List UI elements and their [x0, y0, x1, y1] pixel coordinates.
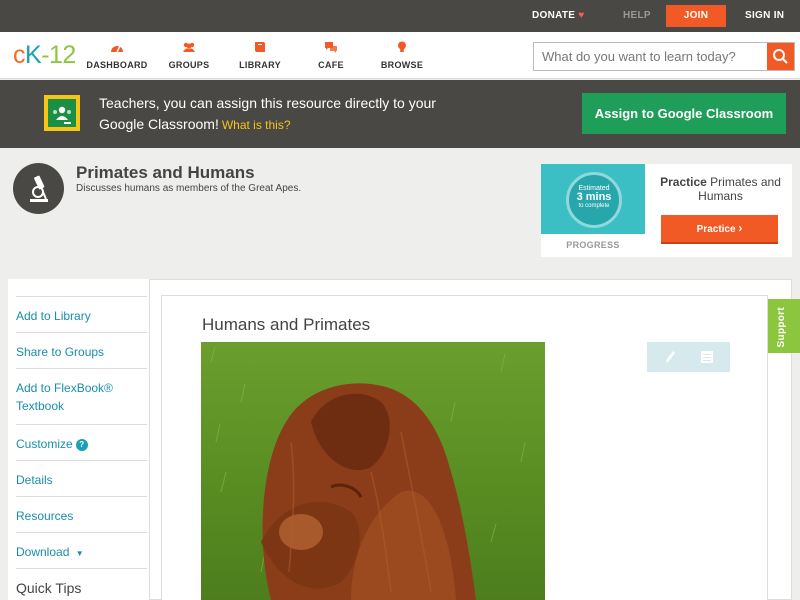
groups-icon [183, 42, 195, 52]
nav-browse-label: BROWSE [380, 60, 424, 70]
practice-title-rest: Primates and Humans [698, 175, 781, 203]
chevron-right-icon: › [738, 221, 743, 235]
help-icon[interactable]: ? [75, 439, 88, 451]
help-link[interactable]: HELP [623, 0, 651, 32]
ck12-logo[interactable]: cK-12 [13, 41, 76, 70]
lesson-subtitle: Discusses humans as members of the Great… [76, 183, 302, 194]
cafe-icon [325, 42, 337, 53]
search-input[interactable] [534, 43, 768, 70]
nav-cafe-label: CAFE [318, 60, 344, 70]
join-button[interactable]: JOIN [666, 5, 726, 27]
pencil-icon[interactable] [663, 349, 677, 365]
notes-icon[interactable] [700, 349, 714, 365]
sidebar-item-details[interactable]: Details [16, 460, 147, 489]
content-title: Humans and Primates [202, 315, 371, 334]
sidebar-item-add-to-flexbook[interactable]: Add to FlexBook® Textbook [16, 368, 147, 424]
sidebar-item-resources[interactable]: Resources [16, 496, 147, 525]
what-is-this-link[interactable]: What is this? [222, 118, 291, 132]
practice-progress-image[interactable]: Estimated 3 mins to complete [541, 164, 645, 234]
practice-title-bold: Practice [660, 175, 707, 189]
sidebar-item-quick-tips[interactable]: Quick Tips [16, 568, 147, 597]
sign-in-link[interactable]: SIGN IN [745, 0, 784, 32]
nav-groups-label: GROUPS [168, 60, 210, 70]
orangutan-photo [201, 342, 545, 600]
nav-dashboard[interactable]: DASHBOARD [82, 41, 152, 70]
heart-icon: ♥ [578, 10, 585, 21]
nav-library[interactable]: LIBRARY [225, 41, 295, 70]
practice-button-label: Practice [696, 224, 736, 235]
estimated-mins: 3 mins [576, 191, 612, 203]
nav-cafe[interactable]: CAFE [296, 41, 366, 70]
practice-title: Practice Primates and Humans [653, 175, 788, 203]
dashboard-icon [111, 45, 123, 53]
sidebar: Add to Library Share to Groups Add to Fl… [8, 279, 150, 600]
sidebar-item-share-to-groups[interactable]: Share to Groups [16, 332, 147, 361]
nav-library-label: LIBRARY [239, 60, 281, 70]
sidebar-item-download[interactable]: Download ▼ [16, 532, 147, 563]
customize-label: Customize [16, 437, 73, 451]
sidebar-item-add-to-library[interactable]: Add to Library [16, 296, 147, 325]
logo-dash: - [41, 41, 50, 69]
nav-groups[interactable]: GROUPS [154, 41, 224, 70]
sidebar-item-customize[interactable]: Customize? [16, 424, 147, 453]
library-icon [255, 42, 265, 52]
support-tab[interactable]: Support [768, 299, 800, 353]
logo-c: c [13, 41, 26, 69]
google-classroom-icon [44, 95, 80, 131]
support-label: Support [776, 307, 787, 348]
lightbulb-icon [398, 41, 406, 52]
google-classroom-text: Teachers, you can assign this resource d… [99, 93, 459, 136]
nav-browse[interactable]: BROWSE [367, 41, 437, 70]
nav-dashboard-label: DASHBOARD [86, 60, 148, 70]
download-label: Download [16, 545, 70, 559]
logo-k: K [25, 41, 42, 69]
donate-link[interactable]: DONATE ♥ [532, 0, 585, 32]
search-button[interactable] [767, 43, 794, 70]
estimate-badge: Estimated 3 mins to complete [566, 172, 622, 228]
content-tools [647, 342, 730, 372]
search-icon [773, 49, 788, 64]
assign-google-classroom-button[interactable]: Assign to Google Classroom [582, 93, 786, 134]
practice-button[interactable]: Practice › [661, 215, 778, 244]
to-complete-label: to complete [578, 203, 610, 209]
donate-label: DONATE [532, 10, 576, 21]
top-bar: DONATE ♥ HELP JOIN SIGN IN [0, 0, 800, 32]
lesson-title: Primates and Humans [76, 163, 255, 182]
microscope-icon [13, 163, 64, 214]
search-box [533, 42, 795, 71]
caret-down-icon: ▼ [75, 549, 84, 558]
logo-number: 12 [49, 41, 76, 69]
practice-card: Estimated 3 mins to complete PROGRESS Pr… [541, 164, 792, 257]
progress-label: PROGRESS [566, 240, 620, 250]
